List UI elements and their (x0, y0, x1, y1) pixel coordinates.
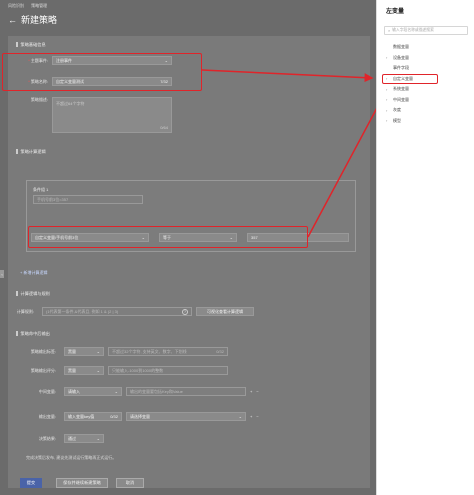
submit-button[interactable]: 提交 (20, 478, 42, 488)
minus-icon[interactable]: − (256, 414, 258, 419)
condition-rule: 手机号前3位=357 (33, 195, 143, 204)
section-calc: 计算逻辑与规则 (16, 290, 368, 297)
breadcrumb-item[interactable]: 策略管理 (31, 3, 47, 8)
chevron-down-icon: ⌄ (96, 349, 100, 354)
score-level-select[interactable]: 黑量 ⌄ (64, 366, 104, 375)
tree-item-mid-vars[interactable]: › 中间变量 (384, 95, 468, 106)
out-var-select[interactable]: 请选择变量 ⌄ (126, 412, 246, 421)
decision-select[interactable]: 通过 ⌄ (64, 434, 104, 443)
minus-icon[interactable]: − (256, 389, 258, 394)
tree-item-device-vars[interactable]: › 设备变量 (384, 53, 468, 64)
risk-level-select[interactable]: 黑量 ⌄ (64, 347, 104, 356)
help-icon[interactable]: ? (182, 308, 188, 315)
arrow-left-icon[interactable]: ← (8, 15, 17, 25)
chevron-right-icon: › (386, 107, 388, 113)
breadcrumb: 风险识别 策略管理 (8, 3, 53, 9)
page-title: ← 新建策略 (8, 14, 58, 26)
out-var-row: 输出变量: 输入变量key值 0/32 请选择变量 ⌄ + − (38, 412, 259, 421)
tree-item-system-vars[interactable]: › 系统变量 (384, 84, 468, 95)
desc-textarea[interactable]: 不超过64个字符 0/64 (52, 97, 172, 133)
calc-rule-input[interactable]: (1代表第一条件,&代表且, 例如 1 & (2 | 3)? (42, 307, 192, 316)
annotation-box (28, 226, 308, 248)
sidebar-search-input[interactable]: ⌕ 输入字段名称或描述搜索 (384, 26, 468, 35)
variable-tree: 数据变量 › 设备变量 事件字段 › 自定义变量 › 系统变量 › 中间变量 › 灰度 ›… (382, 42, 468, 127)
section-logic: 策略计算逻辑 (16, 148, 362, 155)
mid-var-row: 中间变量: 请输入 ⌄ 输出的变量要包括Key和Value + − (38, 387, 259, 396)
calc-row: 计算规则: (1代表第一条件,&代表且, 例如 1 & (2 | 3)? 可视化… (8, 307, 254, 316)
chevron-down-icon: ⌄ (96, 368, 100, 373)
condition-group-label: 条件组 1 (33, 187, 49, 192)
add-icon[interactable]: + (250, 414, 252, 419)
search-icon: ⌕ (388, 28, 391, 33)
risk-label-input[interactable]: 不超过32个字符, 支持英文、数字、下划线 0/32 (108, 347, 228, 356)
chevron-down-icon: ⌄ (114, 389, 118, 394)
tree-item-grayscale[interactable]: › 灰度 (384, 105, 468, 116)
chevron-right-icon: › (386, 97, 388, 103)
tip-text: 完成决策后发布, 建议先测试运行策略再正式运行。 (26, 455, 117, 460)
annotation-box (382, 73, 438, 84)
visualize-logic-button[interactable]: 可视化查看计算逻辑 (196, 307, 254, 316)
score-row: 策略输出评分: 黑量 ⌄ 只能输入-1000到1000的整数 (8, 366, 228, 375)
section-basic: 策略基础信息 (16, 41, 362, 48)
annotation-box (2, 53, 202, 91)
tree-item-event-fields[interactable]: 事件字段 (384, 63, 468, 74)
out-var-key-input[interactable]: 输入变量key值 0/32 (64, 412, 122, 421)
section-output: 策略命中后输出 (16, 330, 368, 337)
add-logic-link[interactable]: + 新增计算逻辑 (20, 270, 47, 276)
add-icon[interactable]: + (250, 389, 252, 394)
chevron-right-icon: › (386, 86, 388, 92)
breadcrumb-item[interactable]: 风险识别 (8, 3, 24, 8)
tree-item-custom-vars[interactable]: › 自定义变量 (382, 73, 468, 84)
chevron-down-icon: ⌄ (238, 414, 242, 419)
tree-item-data-vars[interactable]: 数据变量 (384, 42, 468, 53)
tree-item-model[interactable]: › 模型 (384, 116, 468, 127)
chevron-down-icon: ⌄ (96, 436, 100, 441)
mid-var-input[interactable]: 输出的变量要包括Key和Value (126, 387, 246, 396)
risk-row: 策略输出标签: 黑量 ⌄ 不超过32个字符, 支持英文、数字、下划线 0/32 (8, 347, 228, 356)
sidebar-title: 左变量 (386, 9, 405, 15)
cancel-button[interactable]: 取消 (116, 478, 144, 488)
decision-row: 决策结果: 通过 ⌄ (8, 434, 104, 443)
mid-var-select[interactable]: 请输入 ⌄ (64, 387, 122, 396)
score-input[interactable]: 只能输入-1000到1000的整数 (108, 366, 228, 375)
save-and-new-button[interactable]: 保存并继续新建策略 (56, 478, 108, 488)
chevron-right-icon: › (386, 55, 388, 61)
chevron-right-icon: › (386, 118, 388, 124)
desc-row: 策略描述: 不超过64个字符 0/64 (10, 97, 172, 133)
variable-sidebar: 左变量 ⌕ 输入字段名称或描述搜索 数据变量 › 设备变量 事件字段 › 自定义变量… (376, 0, 474, 495)
collapse-handle[interactable]: ‹ (0, 270, 4, 278)
